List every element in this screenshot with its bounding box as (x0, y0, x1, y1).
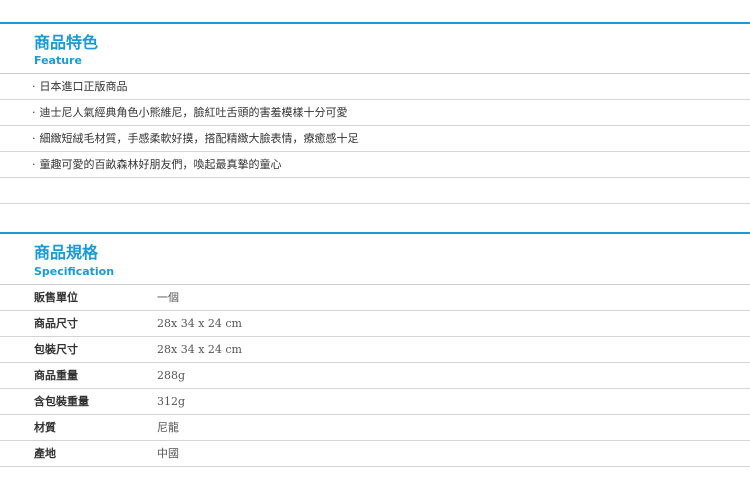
feature-item: ‧ 日本進口正版商品 (0, 74, 750, 100)
spec-value: 尼龍 (157, 421, 179, 434)
spec-value: 一個 (157, 291, 179, 304)
spec-label: 販售單位 (34, 291, 78, 304)
spec-row: 包裝尺寸 28x 34 x 24 cm (0, 337, 750, 363)
spec-label: 材質 (34, 421, 56, 434)
spec-value: 288g (157, 369, 186, 382)
spec-label: 含包裝重量 (34, 395, 89, 408)
spec-label: 商品尺寸 (34, 317, 78, 330)
feature-item-text: 迪士尼人氣經典角色小熊維尼，臉紅吐舌頭的害羞模樣十分可愛 (39, 106, 348, 119)
feature-title: 商品特色 (34, 33, 99, 52)
spec-value: 中國 (157, 447, 179, 460)
spec-section-header: 商品規格 Specification (0, 232, 750, 286)
feature-section-header: 商品特色 Feature (0, 22, 750, 74)
spec-value: 312g (157, 395, 186, 408)
spec-row: 材質 尼龍 (0, 415, 750, 441)
spec-row: 商品尺寸 28x 34 x 24 cm (0, 311, 750, 337)
feature-subtitle: Feature (34, 54, 82, 67)
feature-item-text: 細緻短絨毛材質，手感柔軟好摸，搭配精緻大臉表情，療癒感十足 (39, 132, 359, 145)
spec-label: 商品重量 (34, 369, 78, 382)
bullet: ‧ (32, 80, 36, 93)
spec-value: 28x 34 x 24 cm (157, 343, 242, 356)
spec-label: 產地 (34, 447, 56, 460)
product-info-page: 商品特色 Feature ‧ 日本進口正版商品 ‧ 迪士尼人氣經典角色小熊維尼，臉紅… (0, 0, 750, 480)
spec-value: 28x 34 x 24 cm (157, 317, 242, 330)
spec-table: 販售單位 一個 商品尺寸 28x 34 x 24 cm 包裝尺寸 28x 34 … (0, 285, 750, 467)
bullet: ‧ (32, 158, 36, 171)
feature-item-text: 日本進口正版商品 (39, 80, 128, 93)
spec-title: 商品規格 (34, 243, 99, 262)
spec-row: 含包裝重量 312g (0, 389, 750, 415)
feature-item: ‧ 細緻短絨毛材質，手感柔軟好摸，搭配精緻大臉表情，療癒感十足 (0, 126, 750, 152)
feature-list: ‧ 日本進口正版商品 ‧ 迪士尼人氣經典角色小熊維尼，臉紅吐舌頭的害羞模樣十分可愛 … (0, 74, 750, 204)
feature-item-empty (0, 178, 750, 204)
spec-row: 商品重量 288g (0, 363, 750, 389)
spec-label: 包裝尺寸 (34, 343, 78, 356)
feature-item-text: 童趣可愛的百畝森林好朋友們，喚起最真摯的童心 (39, 158, 282, 171)
bullet: ‧ (32, 132, 36, 145)
feature-item: ‧ 迪士尼人氣經典角色小熊維尼，臉紅吐舌頭的害羞模樣十分可愛 (0, 100, 750, 126)
spec-subtitle: Specification (34, 265, 115, 278)
spec-row: 產地 中國 (0, 441, 750, 467)
feature-item: ‧ 童趣可愛的百畝森林好朋友們，喚起最真摯的童心 (0, 152, 750, 178)
spec-row: 販售單位 一個 (0, 285, 750, 311)
bullet: ‧ (32, 106, 36, 119)
